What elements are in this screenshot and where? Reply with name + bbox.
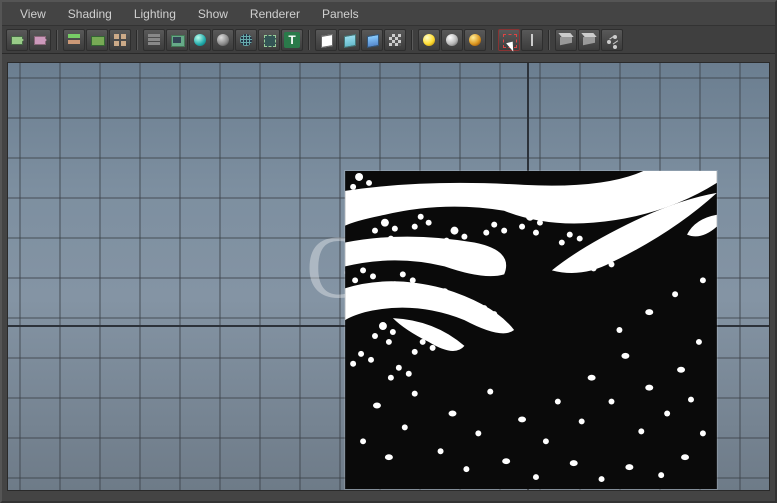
two-side-lighting-button[interactable] xyxy=(109,29,131,51)
light-yellow-icon xyxy=(421,32,437,48)
menu-renderer[interactable]: Renderer xyxy=(240,3,310,25)
share-view-button[interactable] xyxy=(601,29,623,51)
iso-cube-icon xyxy=(558,32,574,48)
gate-mask-button[interactable] xyxy=(212,29,234,51)
text-icon xyxy=(284,32,300,48)
film-gate-button[interactable] xyxy=(166,29,188,51)
xray-box-icon xyxy=(261,32,277,48)
menu-view[interactable]: View xyxy=(10,3,56,25)
checker-icon xyxy=(387,32,403,48)
vbar-button[interactable] xyxy=(521,29,543,51)
film-icon xyxy=(169,32,185,48)
toolbar-separator xyxy=(308,30,310,50)
share-icon xyxy=(604,32,620,48)
camera-icon xyxy=(9,32,25,48)
panel-menubar: View Shading Lighting Show Renderer Pane… xyxy=(2,2,775,26)
shadows-button[interactable] xyxy=(464,29,486,51)
lock-camera-button[interactable] xyxy=(29,29,51,51)
xray-button[interactable] xyxy=(555,29,577,51)
mesh-icon xyxy=(238,32,254,48)
safe-title-button[interactable] xyxy=(281,29,303,51)
image-plane-button[interactable] xyxy=(86,29,108,51)
default-light-button[interactable] xyxy=(418,29,440,51)
pointer-box-icon xyxy=(501,32,517,48)
textured-button[interactable] xyxy=(361,29,383,51)
texture-image xyxy=(345,171,717,489)
menu-panels[interactable]: Panels xyxy=(312,3,369,25)
xray-joints-button[interactable] xyxy=(578,29,600,51)
textured-plane[interactable] xyxy=(344,170,718,490)
cube-teal-icon xyxy=(341,32,357,48)
smooth-shade-button[interactable] xyxy=(338,29,360,51)
toolbar-separator xyxy=(411,30,413,50)
grid-toggle-button[interactable] xyxy=(143,29,165,51)
light-gold-icon xyxy=(467,32,483,48)
grid-icon xyxy=(112,32,128,48)
field-chart-button[interactable] xyxy=(235,29,257,51)
iso-cube2-icon xyxy=(581,32,597,48)
stack-icon xyxy=(146,32,162,48)
cube-white-icon xyxy=(318,32,334,48)
use-all-lights-button[interactable] xyxy=(384,29,406,51)
sphere-teal-icon xyxy=(192,32,208,48)
bookmarks-button[interactable] xyxy=(63,29,85,51)
isolate-select-button[interactable] xyxy=(498,29,520,51)
flat-light-button[interactable] xyxy=(441,29,463,51)
viewport[interactable]: Gx xyxy=(7,62,770,491)
camera-lock-icon xyxy=(32,32,48,48)
sphere-grey-icon xyxy=(215,32,231,48)
resolution-gate-button[interactable] xyxy=(189,29,211,51)
toolbar-separator xyxy=(56,30,58,50)
wireframe-button[interactable] xyxy=(315,29,337,51)
menu-lighting[interactable]: Lighting xyxy=(124,3,186,25)
menu-shading[interactable]: Shading xyxy=(58,3,122,25)
bookmarks-icon xyxy=(66,32,82,48)
menu-show[interactable]: Show xyxy=(188,3,238,25)
image-plane-icon xyxy=(89,32,105,48)
toolbar-separator xyxy=(136,30,138,50)
cube-blue-icon xyxy=(364,32,380,48)
toolbar-separator xyxy=(491,30,493,50)
bar-icon xyxy=(524,32,540,48)
safe-action-button[interactable] xyxy=(258,29,280,51)
select-camera-button[interactable] xyxy=(6,29,28,51)
toolbar-separator xyxy=(548,30,550,50)
light-silver-icon xyxy=(444,32,460,48)
panel-toolbar xyxy=(2,26,775,54)
